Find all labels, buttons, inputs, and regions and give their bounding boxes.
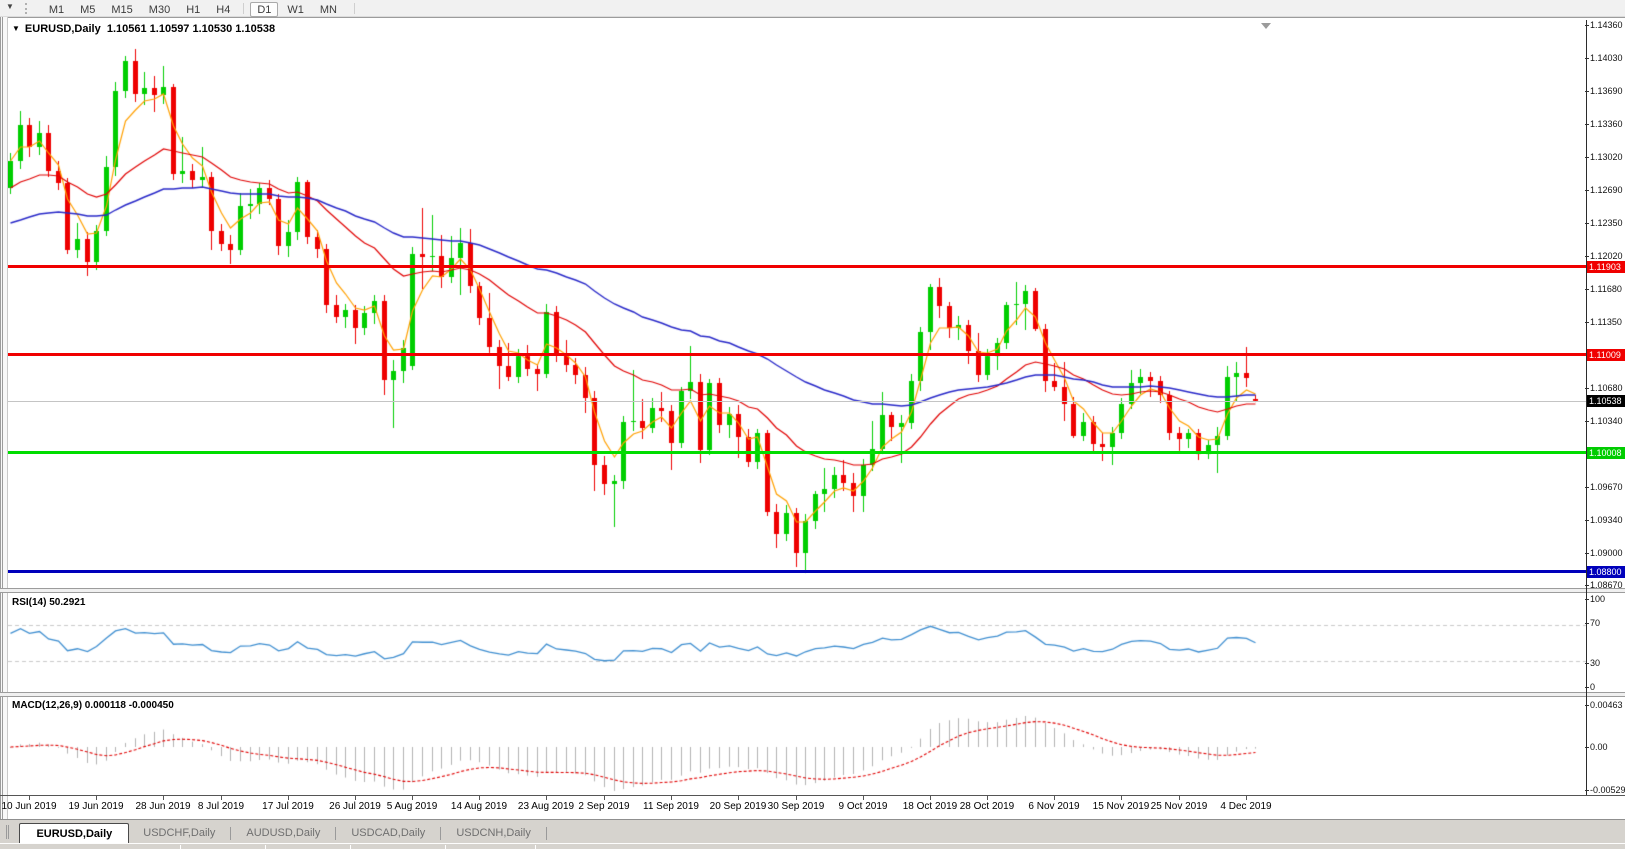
- status-bar-separator: [350, 845, 351, 849]
- toolbar-grip-handle[interactable]: [25, 3, 29, 14]
- price-axis[interactable]: [1587, 20, 1625, 795]
- timeframe-button-w1[interactable]: W1: [280, 2, 311, 17]
- price-tick-label: 1.10680: [1590, 383, 1623, 394]
- timeframe-toolbar: ▼ M1M5M15M30H1H4 D1W1MN: [0, 0, 1625, 17]
- status-bar-separator: [180, 845, 181, 849]
- price-badge-1.10008: 1.10008: [1587, 447, 1625, 459]
- price-tick-label: 1.13020: [1590, 152, 1623, 163]
- timeframe-button-h4[interactable]: H4: [209, 2, 237, 17]
- chart-shift-marker-icon[interactable]: [1261, 23, 1271, 29]
- price-badge-1.10538: 1.10538: [1587, 395, 1625, 407]
- chart-tab-bar: EURUSD,DailyUSDCHF,DailyAUDUSD,DailyUSDC…: [0, 819, 1625, 843]
- price-tick-label: 1.09670: [1590, 482, 1623, 493]
- chart-tab-eurusd[interactable]: EURUSD,Daily: [19, 823, 129, 844]
- tab-separator: [440, 827, 441, 840]
- price-badge-1.11903: 1.11903: [1587, 261, 1625, 273]
- resistance-line-upper[interactable]: [8, 265, 1586, 268]
- timeframe-button-mn[interactable]: MN: [313, 2, 344, 17]
- status-bar-separator: [265, 845, 266, 849]
- tab-separator: [335, 827, 336, 840]
- timeframe-button-h1[interactable]: H1: [179, 2, 207, 17]
- toolbar-dropdown-icon[interactable]: ▼: [0, 0, 19, 11]
- macd-tick-label: 0.00463: [1590, 700, 1623, 711]
- chart-tab-usdcad[interactable]: USDCAD,Daily: [337, 823, 439, 844]
- macd-tick-label: 0.00: [1590, 742, 1608, 753]
- price-tick-label: 1.12690: [1590, 185, 1623, 196]
- status-bar: [0, 843, 1625, 849]
- rsi-tick-label: 0: [1590, 682, 1595, 693]
- status-bar-separator: [445, 845, 446, 849]
- rsi-tick-label: 100: [1590, 594, 1605, 605]
- timeframe-button-d1[interactable]: D1: [250, 2, 278, 17]
- status-bar-separator: [535, 845, 536, 849]
- rsi-tick-label: 30: [1590, 658, 1600, 669]
- chart-title-ohlc: 1.10561 1.10597 1.10530 1.10538: [107, 23, 275, 35]
- rsi-label: RSI(14) 50.2921: [12, 597, 85, 608]
- chart-title-symbol: EURUSD,Daily: [25, 23, 101, 35]
- price-tick-label: 1.14030: [1590, 53, 1623, 64]
- chart-tab-audusd[interactable]: AUDUSD,Daily: [232, 823, 334, 844]
- chart-tab-usdchf[interactable]: USDCHF,Daily: [129, 823, 229, 844]
- macd-panel-separator[interactable]: [0, 692, 1625, 697]
- price-tick-label: 1.09340: [1590, 515, 1623, 526]
- macd-label: MACD(12,26,9) 0.000118 -0.000450: [12, 700, 174, 711]
- price-tick-label: 1.13360: [1590, 119, 1623, 130]
- price-tick-label: 1.08670: [1590, 580, 1623, 591]
- tab-bar-grip-handle[interactable]: [6, 825, 11, 839]
- price-tick-label: 1.14360: [1590, 20, 1623, 31]
- tab-separator: [546, 827, 547, 840]
- resistance-line-lower[interactable]: [8, 353, 1586, 356]
- price-badge-1.08800: 1.08800: [1587, 566, 1625, 578]
- price-tick-label: 1.12350: [1590, 218, 1623, 229]
- chart-tab-usdcnh[interactable]: USDCNH,Daily: [442, 823, 545, 844]
- current-price-line: [8, 401, 1586, 402]
- timeframe-button-m5[interactable]: M5: [73, 2, 102, 17]
- support-line-green[interactable]: [8, 451, 1586, 454]
- price-tick-label: 1.10340: [1590, 416, 1623, 427]
- price-tick-label: 1.13690: [1590, 86, 1623, 97]
- price-badge-1.11009: 1.11009: [1587, 349, 1625, 361]
- macd-tick-label: -0.00529: [1590, 785, 1625, 796]
- terminal-window: ▼ M1M5M15M30H1H4 D1W1MN ▼ EURUSD,Daily 1.1…: [0, 0, 1625, 849]
- tab-separator: [230, 827, 231, 840]
- chart-menu-arrow-icon[interactable]: ▼: [12, 24, 20, 33]
- timeframe-button-m15[interactable]: M15: [104, 2, 139, 17]
- chart-title: ▼ EURUSD,Daily 1.10561 1.10597 1.10530 1.…: [12, 23, 275, 35]
- rsi-tick-label: 70: [1590, 618, 1600, 629]
- price-tick-label: 1.11680: [1590, 284, 1622, 295]
- toolbar-separator: [354, 3, 355, 14]
- macd-indicator-canvas[interactable]: [8, 697, 1586, 795]
- rsi-panel-separator[interactable]: [0, 588, 1625, 593]
- rsi-indicator-canvas[interactable]: [8, 593, 1586, 693]
- price-tick-label: 1.09000: [1590, 548, 1623, 559]
- toolbar-separator: [243, 3, 244, 14]
- timeframe-button-m30[interactable]: M30: [142, 2, 177, 17]
- chart-window-left-border: [0, 17, 8, 849]
- support-line-blue[interactable]: [8, 570, 1586, 573]
- main-price-chart-canvas[interactable]: [8, 20, 1586, 588]
- price-tick-label: 1.11350: [1590, 317, 1622, 328]
- date-label: 4 Dec 2019: [1201, 801, 1291, 812]
- timeframe-button-m1[interactable]: M1: [42, 2, 71, 17]
